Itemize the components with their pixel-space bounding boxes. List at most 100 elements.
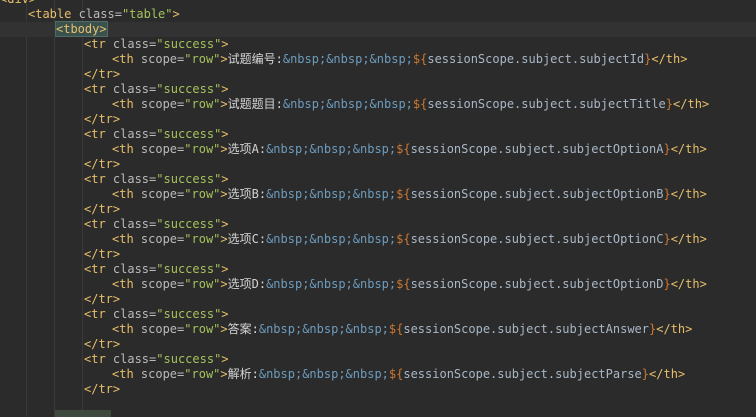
code-token-tag: </tr> xyxy=(84,292,121,306)
code-line[interactable]: </tr> xyxy=(84,247,120,262)
code-token-tag: </tr> xyxy=(84,112,121,126)
code-token-tag: <tr xyxy=(84,127,113,141)
code-token-tag: <th xyxy=(112,277,141,291)
code-token-tag: </tr> xyxy=(84,337,121,351)
code-line[interactable]: <th scope="row">答案:&nbsp;&nbsp;&nbsp;${s… xyxy=(112,322,692,337)
code-token-ent: &nbsp;&nbsp;&nbsp; xyxy=(282,52,413,66)
code-token-ent: &nbsp;&nbsp;&nbsp; xyxy=(266,232,397,246)
code-token-attr: scope= xyxy=(140,232,185,246)
code-token-tag: </th> xyxy=(670,277,707,291)
code-token-tag: > xyxy=(220,367,228,381)
code-line[interactable]: <th scope="row">解析:&nbsp;&nbsp;&nbsp;${s… xyxy=(112,367,685,382)
code-token-attr: scope= xyxy=(140,367,185,381)
code-token-el: } xyxy=(641,367,650,381)
code-token-el: ${ xyxy=(396,187,411,201)
code-token-tag: > xyxy=(221,37,229,51)
code-token-val: "success" xyxy=(156,172,222,186)
code-line[interactable]: <th scope="row">选项C:&nbsp;&nbsp;&nbsp;${… xyxy=(112,232,707,247)
code-token-tag: > xyxy=(221,307,229,321)
code-token-tag: <th xyxy=(112,367,141,381)
code-token-el: } xyxy=(663,142,671,156)
code-token-tag: <tr xyxy=(84,262,113,276)
code-token-attr: class= xyxy=(112,127,157,141)
code-line[interactable]: <table class="table"> xyxy=(28,7,180,22)
code-token-attr: class= xyxy=(112,37,157,51)
code-line[interactable]: </tr> xyxy=(84,112,120,127)
code-token-tag: <th xyxy=(112,142,141,156)
code-line[interactable]: <tr class="success"> xyxy=(84,127,229,142)
code-token-tag: <th xyxy=(112,187,141,201)
code-line[interactable]: </tr> xyxy=(84,67,120,82)
code-token-tag: <th xyxy=(112,322,141,336)
code-token-val: "success" xyxy=(156,262,222,276)
code-token-txt: 选项B: xyxy=(227,187,267,201)
code-line[interactable]: <tr class="success"> xyxy=(84,172,229,187)
code-token-expr: sessionScope.subject.subjectTitle xyxy=(427,97,666,111)
code-token-tag: > xyxy=(220,277,228,291)
code-line[interactable]: <tr class="success"> xyxy=(84,82,229,97)
code-line[interactable]: <th scope="row">选项A:&nbsp;&nbsp;&nbsp;${… xyxy=(112,142,707,157)
indent-guide xyxy=(26,0,27,417)
code-token-tag: </th> xyxy=(670,232,707,246)
code-token-el: ${ xyxy=(388,367,404,381)
code-token-txt: 答案: xyxy=(227,322,259,336)
code-token-tag: > xyxy=(221,127,229,141)
code-token-attr: scope= xyxy=(140,142,185,156)
code-token-expr: sessionScope.subject.subjectOptionA xyxy=(410,142,664,156)
code-line[interactable]: <tr class="success"> xyxy=(84,37,229,52)
code-line[interactable]: <div> xyxy=(0,0,36,7)
code-line[interactable]: <th scope="row">试题题目:&nbsp;&nbsp;&nbsp;$… xyxy=(112,97,709,112)
code-token-expr: sessionScope.subject.subjectAnswer xyxy=(403,322,649,336)
code-token-expr: sessionScope.subject.subjectOptionD xyxy=(410,277,664,291)
code-line[interactable]: <th scope="row">试题编号:&nbsp;&nbsp;&nbsp;$… xyxy=(112,52,687,67)
code-token-tag: </tr> xyxy=(84,67,121,81)
code-token-expr: sessionScope.subject.subjectOptionB xyxy=(410,187,664,201)
code-line[interactable]: </tr> xyxy=(84,157,120,172)
code-token-tag: > xyxy=(220,142,228,156)
code-token-ent: &nbsp;&nbsp;&nbsp; xyxy=(266,142,397,156)
code-token-attr: class= xyxy=(112,262,157,276)
code-token-tag: > xyxy=(221,217,229,231)
code-line[interactable]: </tr> xyxy=(84,202,120,217)
code-token-tag: </th> xyxy=(656,322,693,336)
code-line[interactable]: </tr> xyxy=(84,292,120,307)
code-token-el: ${ xyxy=(412,52,428,66)
code-token-tag: </tr> xyxy=(84,202,121,216)
code-token-txt: 试题编号: xyxy=(227,52,283,66)
code-line[interactable]: <tbody> xyxy=(55,21,108,37)
code-token-tag: > xyxy=(220,52,228,66)
code-token-txt: 选项C: xyxy=(227,232,267,246)
code-token-tag: <tr xyxy=(84,172,113,186)
code-token-val: "success" xyxy=(156,37,222,51)
code-token-tag: <th xyxy=(112,52,141,66)
code-token-attr: scope= xyxy=(140,97,185,111)
code-token-val: "table" xyxy=(121,7,173,21)
code-token-tag: </th> xyxy=(670,142,707,156)
code-line[interactable]: <tr class="success"> xyxy=(84,352,229,367)
code-line[interactable]: </tr> xyxy=(84,337,120,352)
code-line[interactable]: </tr> xyxy=(84,382,120,397)
code-token-ent: &nbsp;&nbsp;&nbsp; xyxy=(266,277,397,291)
code-token-attr: class= xyxy=(112,172,157,186)
code-token-expr: sessionScope.subject.subjectId xyxy=(427,52,645,66)
code-token-val: "row" xyxy=(184,367,221,381)
code-token-expr: sessionScope.subject.subjectOptionC xyxy=(410,232,664,246)
code-token-tag: <tbody> xyxy=(55,21,108,37)
code-line[interactable]: <tr class="success"> xyxy=(84,307,229,322)
code-token-ent: &nbsp;&nbsp;&nbsp; xyxy=(258,367,389,381)
code-token-val: "row" xyxy=(184,142,221,156)
current-line-highlight xyxy=(0,22,756,37)
code-editor[interactable]: <div><table class="table"><tbody><tr cla… xyxy=(0,0,756,417)
code-line[interactable]: <tr class="success"> xyxy=(84,217,229,232)
code-token-attr: scope= xyxy=(140,277,185,291)
code-token-el: ${ xyxy=(396,232,411,246)
code-token-val: "row" xyxy=(184,277,221,291)
code-token-val: "success" xyxy=(156,307,222,321)
collapsed-region-marker xyxy=(55,410,111,417)
code-token-attr: class= xyxy=(78,7,122,21)
code-token-tag: </th> xyxy=(670,187,707,201)
code-line[interactable]: <tr class="success"> xyxy=(84,262,229,277)
code-token-tag: <div> xyxy=(0,0,36,6)
code-line[interactable]: <th scope="row">选项D:&nbsp;&nbsp;&nbsp;${… xyxy=(112,277,707,292)
code-line[interactable]: <th scope="row">选项B:&nbsp;&nbsp;&nbsp;${… xyxy=(112,187,707,202)
